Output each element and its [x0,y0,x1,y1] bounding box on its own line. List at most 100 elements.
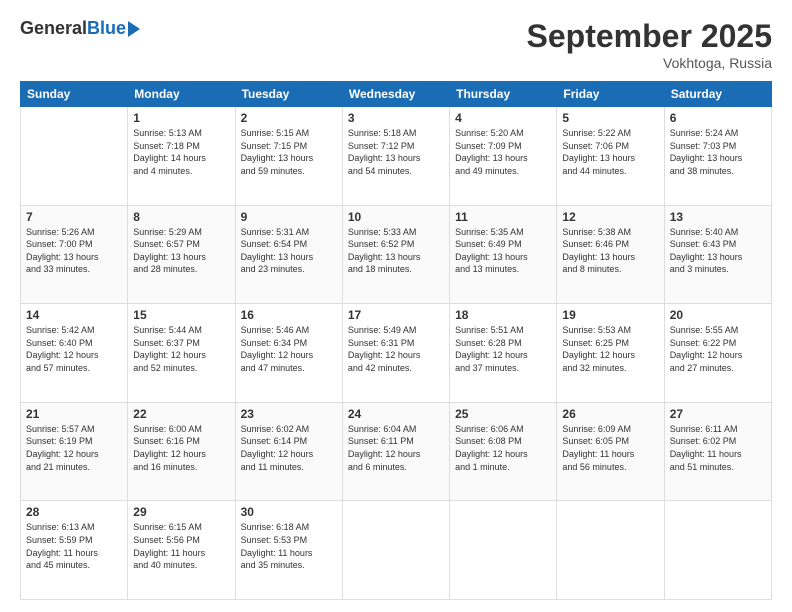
calendar-cell [21,107,128,206]
calendar-header-thursday: Thursday [450,82,557,107]
calendar-cell: 12 Sunrise: 5:38 AM Sunset: 6:46 PM Dayli… [557,205,664,304]
day-number: 13 [670,210,766,224]
day-info: Sunrise: 5:38 AM Sunset: 6:46 PM Dayligh… [562,226,658,276]
calendar-cell: 10 Sunrise: 5:33 AM Sunset: 6:52 PM Dayli… [342,205,449,304]
day-number: 22 [133,407,229,421]
day-number: 12 [562,210,658,224]
day-number: 21 [26,407,122,421]
day-info: Sunrise: 5:49 AM Sunset: 6:31 PM Dayligh… [348,324,444,374]
calendar-week-row: 14 Sunrise: 5:42 AM Sunset: 6:40 PM Dayli… [21,304,772,403]
day-info: Sunrise: 5:15 AM Sunset: 7:15 PM Dayligh… [241,127,337,177]
day-number: 7 [26,210,122,224]
day-info: Sunrise: 6:04 AM Sunset: 6:11 PM Dayligh… [348,423,444,473]
day-info: Sunrise: 5:44 AM Sunset: 6:37 PM Dayligh… [133,324,229,374]
calendar-cell: 26 Sunrise: 6:09 AM Sunset: 6:05 PM Dayli… [557,402,664,501]
calendar-cell: 30Sunrise: 6:18 AM Sunset: 5:53 PM Dayli… [235,501,342,600]
calendar-cell [450,501,557,600]
day-info: Sunrise: 6:06 AM Sunset: 6:08 PM Dayligh… [455,423,551,473]
day-info: Sunrise: 5:46 AM Sunset: 6:34 PM Dayligh… [241,324,337,374]
day-number: 24 [348,407,444,421]
logo: General Blue [20,18,140,39]
calendar-week-row: 28 Sunrise: 6:13 AM Sunset: 5:59 PM Dayli… [21,501,772,600]
day-info: Sunrise: 5:22 AM Sunset: 7:06 PM Dayligh… [562,127,658,177]
day-info: Sunrise: 5:35 AM Sunset: 6:49 PM Dayligh… [455,226,551,276]
calendar-cell: 19 Sunrise: 5:53 AM Sunset: 6:25 PM Dayli… [557,304,664,403]
calendar-cell: 14 Sunrise: 5:42 AM Sunset: 6:40 PM Dayli… [21,304,128,403]
calendar-header-saturday: Saturday [664,82,771,107]
calendar-cell: 18 Sunrise: 5:51 AM Sunset: 6:28 PM Dayli… [450,304,557,403]
day-number: 4 [455,111,551,125]
header: General Blue September 2025 Vokhtoga, Ru… [20,18,772,71]
day-info: Sunrise: 5:20 AM Sunset: 7:09 PM Dayligh… [455,127,551,177]
calendar-cell: 8 Sunrise: 5:29 AM Sunset: 6:57 PM Daylig… [128,205,235,304]
calendar-cell [342,501,449,600]
day-info: Sunrise: 5:13 AM Sunset: 7:18 PM Dayligh… [133,127,229,177]
calendar-cell [557,501,664,600]
calendar-cell: 27 Sunrise: 6:11 AM Sunset: 6:02 PM Dayli… [664,402,771,501]
calendar-cell: 24 Sunrise: 6:04 AM Sunset: 6:11 PM Dayli… [342,402,449,501]
calendar-cell: 5 Sunrise: 5:22 AM Sunset: 7:06 PM Daylig… [557,107,664,206]
day-number: 6 [670,111,766,125]
day-number: 15 [133,308,229,322]
day-info: Sunrise: 5:24 AM Sunset: 7:03 PM Dayligh… [670,127,766,177]
calendar-week-row: 21 Sunrise: 5:57 AM Sunset: 6:19 PM Dayli… [21,402,772,501]
day-info: Sunrise: 5:40 AM Sunset: 6:43 PM Dayligh… [670,226,766,276]
calendar-header-row: SundayMondayTuesdayWednesdayThursdayFrid… [21,82,772,107]
day-info: Sunrise: 6:11 AM Sunset: 6:02 PM Dayligh… [670,423,766,473]
month-title: September 2025 [527,18,772,55]
day-info: Sunrise: 6:09 AM Sunset: 6:05 PM Dayligh… [562,423,658,473]
day-number: 2 [241,111,337,125]
day-number: 28 [26,505,122,519]
day-number: 11 [455,210,551,224]
day-number: 18 [455,308,551,322]
day-number: 10 [348,210,444,224]
day-info: Sunrise: 5:57 AM Sunset: 6:19 PM Dayligh… [26,423,122,473]
calendar-cell: 25 Sunrise: 6:06 AM Sunset: 6:08 PM Dayli… [450,402,557,501]
calendar-cell: 21 Sunrise: 5:57 AM Sunset: 6:19 PM Dayli… [21,402,128,501]
calendar-cell: 6 Sunrise: 5:24 AM Sunset: 7:03 PM Daylig… [664,107,771,206]
day-number: 26 [562,407,658,421]
day-info: Sunrise: 6:13 AM Sunset: 5:59 PM Dayligh… [26,521,122,571]
day-info: Sunrise: 5:53 AM Sunset: 6:25 PM Dayligh… [562,324,658,374]
day-number: 27 [670,407,766,421]
calendar-cell: 3Sunrise: 5:18 AM Sunset: 7:12 PM Daylig… [342,107,449,206]
calendar-cell: 23Sunrise: 6:02 AM Sunset: 6:14 PM Dayli… [235,402,342,501]
calendar-cell: 1Sunrise: 5:13 AM Sunset: 7:18 PM Daylig… [128,107,235,206]
day-info: Sunrise: 5:33 AM Sunset: 6:52 PM Dayligh… [348,226,444,276]
calendar-header-sunday: Sunday [21,82,128,107]
calendar-cell: 11 Sunrise: 5:35 AM Sunset: 6:49 PM Dayli… [450,205,557,304]
calendar-header-monday: Monday [128,82,235,107]
day-number: 16 [241,308,337,322]
day-info: Sunrise: 5:51 AM Sunset: 6:28 PM Dayligh… [455,324,551,374]
day-number: 17 [348,308,444,322]
day-number: 8 [133,210,229,224]
calendar-cell: 29Sunrise: 6:15 AM Sunset: 5:56 PM Dayli… [128,501,235,600]
calendar-week-row: 7Sunrise: 5:26 AM Sunset: 7:00 PM Daylig… [21,205,772,304]
day-number: 19 [562,308,658,322]
page: General Blue September 2025 Vokhtoga, Ru… [0,0,792,612]
logo-arrow-icon [128,21,140,37]
calendar-cell: 9Sunrise: 5:31 AM Sunset: 6:54 PM Daylig… [235,205,342,304]
calendar-cell: 2 Sunrise: 5:15 AM Sunset: 7:15 PM Daylig… [235,107,342,206]
calendar-header-friday: Friday [557,82,664,107]
day-number: 5 [562,111,658,125]
day-info: Sunrise: 5:29 AM Sunset: 6:57 PM Dayligh… [133,226,229,276]
day-info: Sunrise: 5:42 AM Sunset: 6:40 PM Dayligh… [26,324,122,374]
day-info: Sunrise: 6:00 AM Sunset: 6:16 PM Dayligh… [133,423,229,473]
calendar-header-tuesday: Tuesday [235,82,342,107]
day-number: 14 [26,308,122,322]
calendar-header-wednesday: Wednesday [342,82,449,107]
calendar-week-row: 1Sunrise: 5:13 AM Sunset: 7:18 PM Daylig… [21,107,772,206]
calendar-cell [664,501,771,600]
day-number: 25 [455,407,551,421]
logo-general-text: General [20,18,87,39]
title-section: September 2025 Vokhtoga, Russia [527,18,772,71]
calendar-cell: 22 Sunrise: 6:00 AM Sunset: 6:16 PM Dayli… [128,402,235,501]
day-info: Sunrise: 6:02 AM Sunset: 6:14 PM Dayligh… [241,423,337,473]
calendar-cell: 13 Sunrise: 5:40 AM Sunset: 6:43 PM Dayli… [664,205,771,304]
calendar-cell: 17 Sunrise: 5:49 AM Sunset: 6:31 PM Dayli… [342,304,449,403]
day-info: Sunrise: 5:55 AM Sunset: 6:22 PM Dayligh… [670,324,766,374]
calendar-cell: 16 Sunrise: 5:46 AM Sunset: 6:34 PM Dayli… [235,304,342,403]
calendar-cell: 20Sunrise: 5:55 AM Sunset: 6:22 PM Dayli… [664,304,771,403]
day-number: 30 [241,505,337,519]
